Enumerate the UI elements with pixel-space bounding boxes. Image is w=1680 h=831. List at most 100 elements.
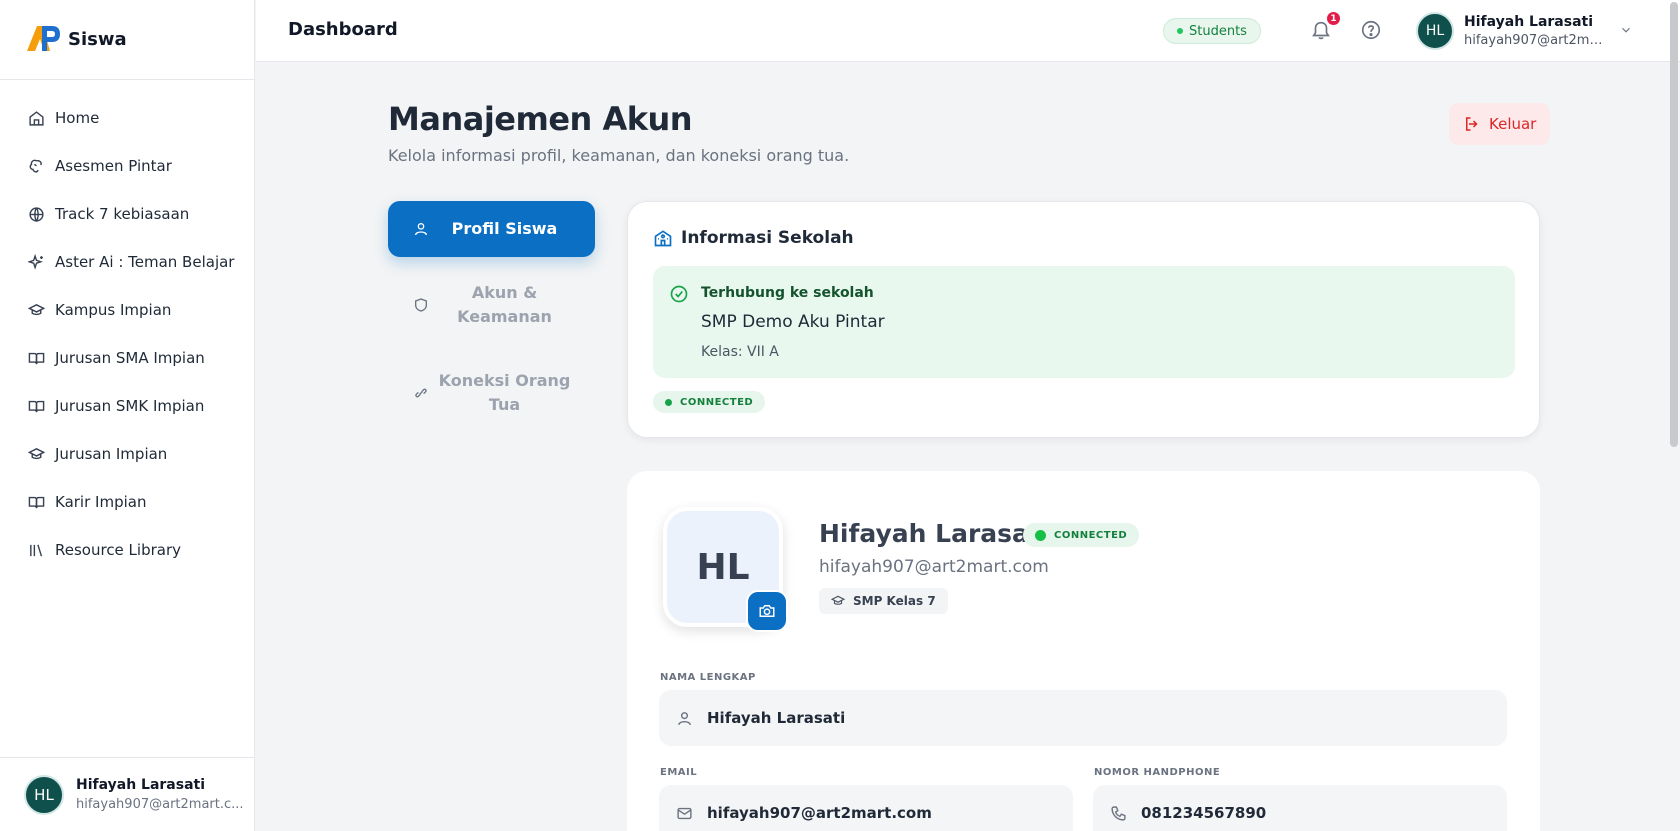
role-label: Students: [1189, 23, 1247, 39]
scrollbar[interactable]: [1670, 2, 1678, 447]
sidebar-item-label: Aster Ai : Teman Belajar: [55, 253, 235, 271]
book-open-icon: [27, 349, 45, 367]
library-icon: [27, 541, 45, 559]
card-title-text: Informasi Sekolah: [681, 228, 854, 248]
check-circle-icon: [669, 284, 689, 308]
sidebar-item-label: Resource Library: [55, 541, 182, 559]
top-header: Dashboard Students 1 HL Hifayah Larasati…: [256, 0, 1680, 62]
mail-icon: [676, 805, 693, 822]
book-open-icon: [27, 397, 45, 415]
sidebar: Siswa Home Asesmen Pintar Track 7 kebias…: [0, 0, 255, 831]
phone-label: NOMOR HANDPHONE: [1094, 767, 1221, 778]
status-badge-label: CONNECTED: [680, 396, 754, 408]
school-connection-status: Terhubung ke sekolah: [701, 285, 874, 301]
school-name: SMP Demo Aku Pintar: [701, 312, 885, 332]
graduation-cap-icon: [831, 594, 845, 608]
sidebar-item-label: Asesmen Pintar: [55, 157, 172, 175]
user-icon: [676, 710, 693, 727]
sidebar-item-jurusan-sma-impian[interactable]: Jurusan SMA Impian: [0, 334, 254, 382]
tab-label: Koneksi Orang Tua: [438, 371, 571, 414]
school-class: Kelas: VII A: [701, 344, 779, 360]
tab-label: Profil Siswa: [451, 219, 558, 238]
header-user-email: hifayah907@art2mart.com: [1464, 33, 1609, 48]
status-badge: CONNECTED: [1023, 523, 1140, 547]
brain-icon: [27, 157, 45, 175]
profile-name: Hifayah Larasati: [819, 519, 1050, 548]
sidebar-item-aster-ai[interactable]: Aster Ai : Teman Belajar: [0, 238, 254, 286]
page-subtitle: Kelola informasi profil, keamanan, dan k…: [388, 146, 850, 165]
sidebar-item-label: Jurusan SMK Impian: [55, 397, 205, 415]
sidebar-item-label: Home: [55, 109, 100, 127]
sidebar-item-jurusan-smk-impian[interactable]: Jurusan SMK Impian: [0, 382, 254, 430]
change-photo-button[interactable]: [746, 590, 788, 632]
sidebar-nav: Home Asesmen Pintar Track 7 kebiasaan As…: [0, 80, 254, 574]
header-user-name: Hifayah Larasati: [1464, 14, 1594, 30]
fullname-value: Hifayah Larasati: [707, 709, 846, 727]
sidebar-item-karir-impian[interactable]: Karir Impian: [0, 478, 254, 526]
book-open-icon: [27, 493, 45, 511]
school-icon: [653, 228, 673, 248]
grade-tag: SMP Kelas 7: [819, 588, 948, 614]
globe-icon: [27, 205, 45, 223]
phone-field[interactable]: 081234567890: [1093, 785, 1507, 831]
status-dot: [1035, 529, 1046, 541]
header-title: Dashboard: [288, 19, 398, 40]
sidebar-item-label: Jurusan Impian: [55, 445, 168, 463]
shield-icon: [412, 297, 430, 313]
role-badge: Students: [1163, 18, 1261, 44]
sidebar-item-home[interactable]: Home: [0, 94, 254, 142]
sparkles-icon: [27, 253, 45, 271]
logout-button[interactable]: Keluar: [1449, 103, 1551, 145]
logout-icon: [1463, 115, 1481, 133]
tab-koneksi-orang-tua[interactable]: Koneksi Orang Tua: [388, 369, 595, 417]
sidebar-item-jurusan-impian[interactable]: Jurusan Impian: [0, 430, 254, 478]
sidebar-item-kampus-impian[interactable]: Kampus Impian: [0, 286, 254, 334]
help-icon[interactable]: [1360, 19, 1382, 41]
tab-label: Akun & Keamanan: [457, 283, 552, 326]
email-field[interactable]: hifayah907@art2mart.com: [659, 785, 1073, 831]
profile-card: HL Hifayah Larasati CONNECTED hifayah907…: [627, 471, 1540, 831]
page-title: Manajemen Akun: [388, 100, 693, 138]
avatar: HL: [1416, 12, 1454, 50]
notification-count-badge: 1: [1327, 12, 1340, 25]
chevron-down-icon[interactable]: [1619, 22, 1633, 41]
logout-label: Keluar: [1489, 115, 1537, 133]
fullname-label: NAMA LENGKAP: [660, 672, 756, 683]
status-dot: [1177, 28, 1183, 34]
grade-label: SMP Kelas 7: [853, 594, 936, 608]
brand[interactable]: Siswa: [0, 0, 254, 80]
tab-akun-keamanan[interactable]: Akun & Keamanan: [388, 281, 595, 329]
sidebar-user-email: hifayah907@art2mart.c...: [76, 797, 244, 812]
phone-icon: [1110, 805, 1127, 822]
sidebar-item-label: Karir Impian: [55, 493, 147, 511]
status-dot: [665, 398, 672, 406]
graduation-cap-icon: [27, 445, 45, 463]
email-value: hifayah907@art2mart.com: [707, 804, 932, 822]
header-user-menu[interactable]: HL Hifayah Larasati hifayah907@art2mart.…: [1416, 12, 1633, 50]
school-connection-box: Terhubung ke sekolah SMP Demo Aku Pintar…: [653, 266, 1515, 378]
school-info-title: Informasi Sekolah: [653, 228, 854, 248]
email-label: EMAIL: [660, 767, 698, 778]
logo-icon: [24, 21, 62, 59]
sidebar-user-name: Hifayah Larasati: [76, 777, 206, 793]
phone-value: 081234567890: [1141, 804, 1267, 822]
camera-icon: [758, 602, 776, 620]
graduation-cap-icon: [27, 301, 45, 319]
sidebar-item-track-7-kebiasaan[interactable]: Track 7 kebiasaan: [0, 190, 254, 238]
status-badge-label: CONNECTED: [1054, 529, 1128, 541]
sidebar-item-resource-library[interactable]: Resource Library: [0, 526, 254, 574]
sidebar-item-label: Jurusan SMA Impian: [55, 349, 205, 367]
home-icon: [27, 109, 45, 127]
school-info-card: Informasi Sekolah Terhubung ke sekolah S…: [627, 201, 1540, 438]
sidebar-user[interactable]: HL Hifayah Larasati hifayah907@art2mart.…: [0, 757, 255, 831]
user-icon: [412, 221, 430, 237]
link-icon: [412, 385, 430, 401]
profile-email: hifayah907@art2mart.com: [819, 557, 1049, 577]
status-badge: CONNECTED: [653, 391, 766, 413]
sidebar-item-asesmen-pintar[interactable]: Asesmen Pintar: [0, 142, 254, 190]
notification-bell-icon[interactable]: 1: [1310, 12, 1340, 41]
fullname-field[interactable]: Hifayah Larasati: [659, 690, 1507, 746]
sidebar-item-label: Kampus Impian: [55, 301, 172, 319]
brand-name: Siswa: [68, 29, 127, 50]
tab-profil-siswa[interactable]: Profil Siswa: [388, 201, 595, 257]
